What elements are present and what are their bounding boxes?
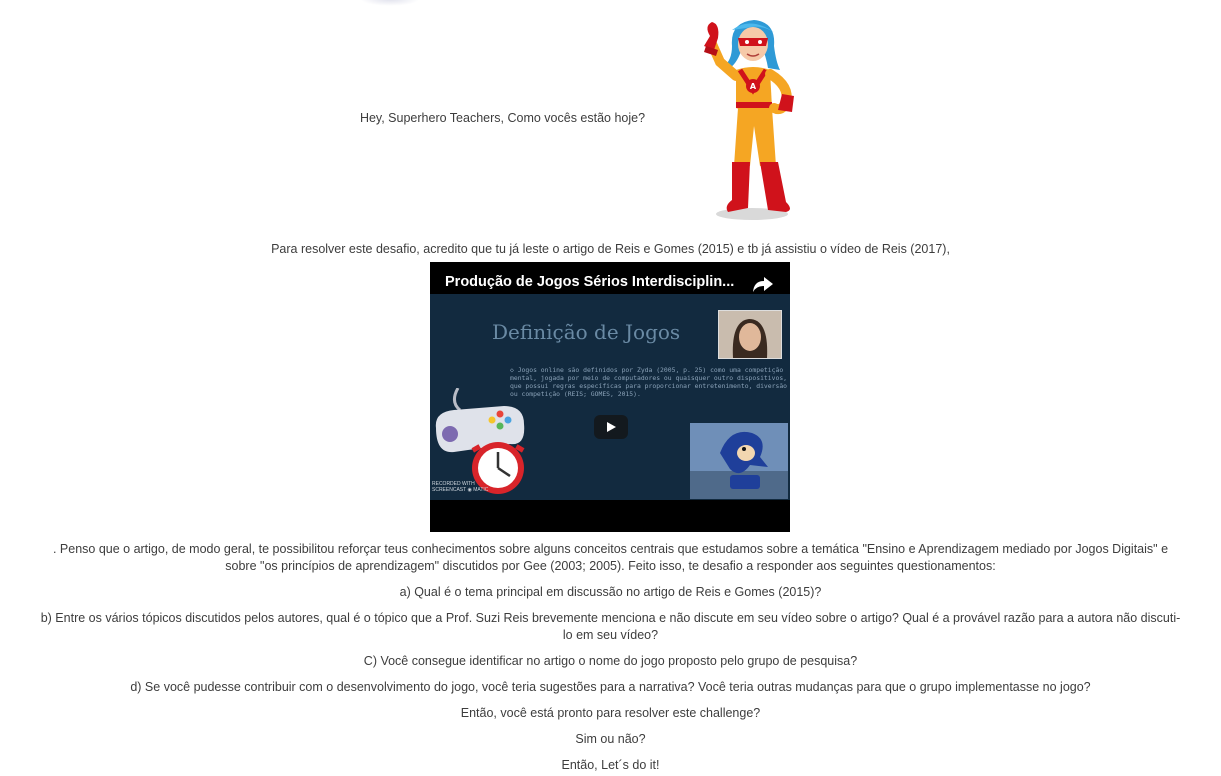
question-b-line-1: b) Entre os vários tópicos discutidos pe… xyxy=(40,611,1181,625)
webcam-thumbnail xyxy=(718,310,782,359)
intro-text: Para resolver este desafio, acredito que… xyxy=(271,242,950,256)
sonic-thumbnail xyxy=(690,423,788,499)
greeting-text: Hey, Superhero Teachers, Como vocês estã… xyxy=(359,111,646,125)
superhero-illustration: A xyxy=(704,20,794,220)
yes-no-question: Sim ou não? xyxy=(575,732,646,746)
question-d: d) Se você pudesse contribuir com o dese… xyxy=(130,680,1091,694)
video-player[interactable]: Definição de Jogos ◇ Jogos online são de… xyxy=(430,262,790,532)
video-thumbnail[interactable]: Definição de Jogos ◇ Jogos online são de… xyxy=(430,294,790,500)
ready-question: Então, você está pronto para resolver es… xyxy=(460,706,761,720)
slide-title: Definição de Jogos xyxy=(492,320,681,344)
svg-text:A: A xyxy=(750,82,757,91)
question-a: a) Qual é o tema principal em discussão … xyxy=(399,585,822,599)
decorative-shadow xyxy=(360,0,420,6)
body-line-1: . Penso que o artigo, de modo geral, te … xyxy=(52,542,1169,556)
play-button[interactable] xyxy=(594,415,628,439)
video-title[interactable]: Produção de Jogos Sérios Interdisciplin.… xyxy=(445,274,734,290)
question-b-line-2: lo em seu vídeo? xyxy=(562,628,659,642)
play-icon xyxy=(607,422,616,432)
slide-text: ◇ Jogos online são definidos por Zyda (2… xyxy=(510,366,788,398)
recording-watermark: RECORDED WITH SCREENCAST ◉ MATIC xyxy=(432,481,489,493)
closing-text: Então, Let´s do it! xyxy=(561,758,660,772)
body-line-2: sobre "os princípios de aprendizagem" di… xyxy=(225,559,996,573)
share-icon[interactable] xyxy=(752,275,774,293)
question-c: C) Você consegue identificar no artigo o… xyxy=(363,654,858,668)
